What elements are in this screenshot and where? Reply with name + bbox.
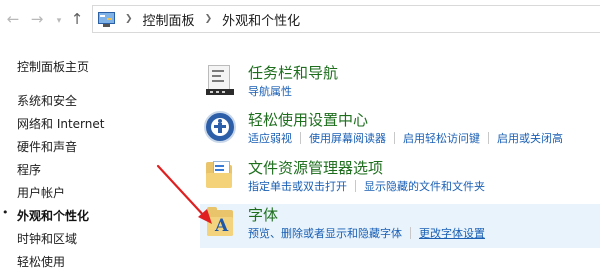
sidebar-item-system-security[interactable]: 系统和安全: [17, 92, 77, 109]
category-links-fonts: 预览、删除或者显示和隐藏字体 更改字体设置: [248, 225, 485, 241]
link-preview-delete-fonts[interactable]: 预览、删除或者显示和隐藏字体: [248, 225, 402, 241]
address-toolbar: ← → ▾ ↑ ❯ 控制面板 ❯ 外观和个性化: [0, 0, 600, 38]
category-links-file-explorer: 指定单击或双击打开 显示隐藏的文件和文件夹: [248, 178, 485, 194]
sidebar: 控制面板主页 系统和安全 网络和 Internet 硬件和声音 程序 用户帐户 …: [0, 38, 200, 279]
category-ease-of-access: 轻松使用设置中心 适应弱视 使用屏幕阅读器 启用轻松访问键 启用或关闭高: [200, 109, 600, 153]
sidebar-item-appearance[interactable]: 外观和个性化: [17, 207, 89, 224]
link-screen-reader[interactable]: 使用屏幕阅读器: [309, 130, 386, 146]
link-show-hidden-files[interactable]: 显示隐藏的文件和文件夹: [364, 178, 485, 194]
recent-locations-chevron-icon[interactable]: ▾: [50, 12, 68, 30]
up-arrow-icon[interactable]: ↑: [68, 10, 86, 28]
category-file-explorer-options: 文件资源管理器选项 指定单击或双击打开 显示隐藏的文件和文件夹: [200, 157, 600, 201]
link-low-vision[interactable]: 适应弱视: [248, 130, 292, 146]
red-annotation-arrow-icon: [156, 164, 212, 224]
control-panel-icon: [98, 11, 115, 27]
link-divider: [488, 132, 489, 144]
sidebar-item-ease-of-access[interactable]: 轻松使用: [17, 253, 65, 270]
taskbar-icon[interactable]: [204, 64, 236, 96]
link-change-font-settings[interactable]: 更改字体设置: [419, 225, 485, 241]
active-bullet-icon: •: [2, 206, 9, 219]
link-single-double-click[interactable]: 指定单击或双击打开: [248, 178, 347, 194]
link-divider: [394, 132, 395, 144]
breadcrumb-appearance[interactable]: 外观和个性化: [222, 10, 300, 29]
category-title-taskbar[interactable]: 任务栏和导航: [248, 62, 338, 83]
category-links-taskbar: 导航属性: [248, 83, 292, 99]
category-fonts[interactable]: A 字体 预览、删除或者显示和隐藏字体 更改字体设置: [200, 204, 600, 248]
breadcrumb-separator-icon[interactable]: ❯: [205, 14, 213, 24]
forward-arrow-icon[interactable]: →: [28, 10, 46, 28]
link-enable-access-keys[interactable]: 启用轻松访问键: [403, 130, 480, 146]
sidebar-item-user-accounts[interactable]: 用户帐户: [17, 184, 65, 201]
category-title-file-explorer[interactable]: 文件资源管理器选项: [248, 157, 383, 178]
link-navigation-properties[interactable]: 导航属性: [248, 83, 292, 99]
sidebar-item-home[interactable]: 控制面板主页: [17, 58, 89, 75]
address-bar[interactable]: ❯ 控制面板 ❯ 外观和个性化: [92, 5, 600, 33]
sidebar-item-network[interactable]: 网络和 Internet: [17, 115, 104, 132]
link-divider: [410, 227, 411, 239]
link-divider: [355, 180, 356, 192]
category-links-ease-of-access: 适应弱视 使用屏幕阅读器 启用轻松访问键 启用或关闭高: [248, 130, 563, 146]
category-list: 任务栏和导航 导航属性 轻松使用设置中心 适应弱视 使用屏幕阅读器 启用轻松访问…: [200, 38, 600, 279]
breadcrumb-separator-icon[interactable]: ❯: [125, 14, 133, 24]
sidebar-item-clock-region[interactable]: 时钟和区域: [17, 230, 77, 247]
sidebar-item-hardware-sound[interactable]: 硬件和声音: [17, 138, 77, 155]
category-title-fonts[interactable]: 字体: [248, 204, 278, 225]
link-high-contrast[interactable]: 启用或关闭高: [497, 130, 563, 146]
back-arrow-icon[interactable]: ←: [4, 10, 22, 28]
sidebar-item-programs[interactable]: 程序: [17, 161, 41, 178]
breadcrumb-control-panel[interactable]: 控制面板: [143, 10, 195, 29]
ease-of-access-icon[interactable]: [204, 111, 236, 143]
link-divider: [300, 132, 301, 144]
category-taskbar: 任务栏和导航 导航属性: [200, 62, 600, 106]
category-title-ease-of-access[interactable]: 轻松使用设置中心: [248, 109, 368, 130]
